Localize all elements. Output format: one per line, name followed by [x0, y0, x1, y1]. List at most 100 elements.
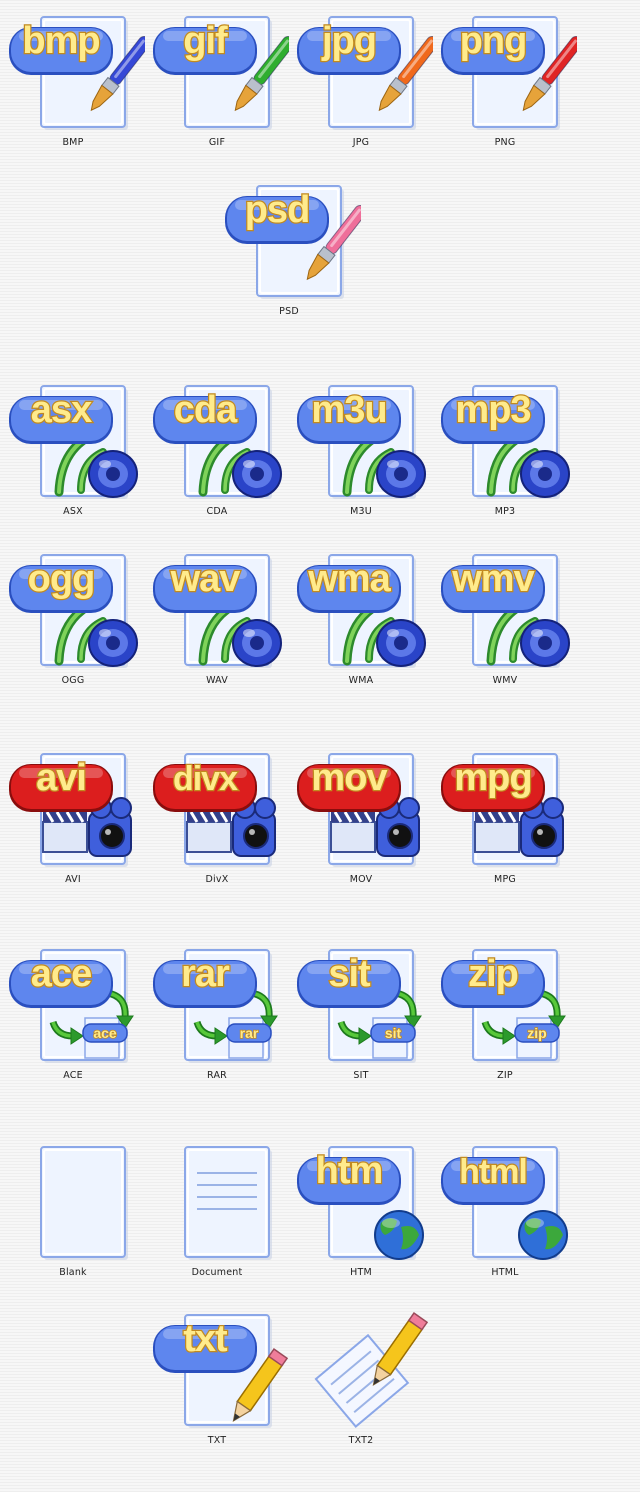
file-icon-htm[interactable]: htm HTM — [289, 1135, 433, 1285]
icon-caption: CDA — [206, 506, 228, 517]
icon-caption: PSD — [279, 306, 299, 317]
document-file-icon — [184, 1146, 272, 1260]
icon-caption: Blank — [59, 1267, 87, 1278]
icon-caption: GIF — [208, 137, 226, 148]
icon-caption: AVI — [65, 874, 81, 885]
mov-file-icon: mov — [297, 753, 420, 867]
file-icon-mov[interactable]: mov MOV — [289, 742, 433, 892]
icon-caption: TXT — [207, 1435, 227, 1446]
icon-caption: HTML — [491, 1267, 519, 1278]
extension-label: psd — [245, 189, 310, 231]
avi-file-icon: avi — [9, 753, 132, 867]
extension-label: png — [460, 20, 527, 62]
extension-label: html — [459, 1153, 527, 1191]
extension-label: divx — [173, 760, 238, 798]
icon-caption: JPG — [352, 137, 370, 148]
extension-label: m3u — [311, 389, 386, 431]
archive-mini-label: rar — [240, 1025, 259, 1041]
icon-caption: ASX — [63, 506, 83, 517]
extension-label: wma — [307, 558, 391, 600]
extension-label: mp3 — [455, 389, 530, 431]
file-icon-divx[interactable]: divx DivX — [145, 742, 289, 892]
icon-caption: MPG — [494, 874, 516, 885]
gif-file-icon: gif — [153, 16, 289, 130]
extension-label: jpg — [321, 20, 376, 62]
file-icon-psd[interactable]: psd PSD — [217, 174, 361, 324]
archive-mini-label: sit — [385, 1025, 402, 1041]
png-file-icon: png — [441, 16, 577, 130]
psd-file-icon: psd — [225, 185, 361, 299]
icon-caption: M3U — [350, 506, 372, 517]
ace-file-icon: ace ace — [9, 949, 134, 1063]
html-file-icon: html — [441, 1146, 568, 1260]
file-icon-wma[interactable]: wma WMA — [289, 543, 433, 693]
file-icon-document[interactable]: Document — [145, 1135, 289, 1285]
extension-label: sit — [328, 953, 371, 995]
wav-file-icon: wav — [153, 554, 282, 668]
sit-file-icon: sit sit — [297, 949, 422, 1063]
wma-file-icon: wma — [297, 554, 426, 668]
extension-label: gif — [183, 20, 228, 62]
icon-sheet: { "colors": { "badge_blue": "#5e86ee", "… — [0, 0, 640, 1492]
file-icon-png[interactable]: png PNG — [433, 5, 577, 155]
file-icon-txt2[interactable]: TXT2 — [289, 1303, 433, 1453]
wmv-file-icon: wmv — [441, 554, 570, 668]
extension-label: ace — [31, 953, 91, 995]
icon-caption: WAV — [206, 675, 228, 686]
icon-caption: SIT — [353, 1070, 369, 1081]
file-icon-avi[interactable]: avi AVI — [1, 742, 145, 892]
extension-label: zip — [468, 953, 518, 995]
icon-caption: OGG — [61, 675, 85, 686]
asx-file-icon: asx — [9, 385, 138, 499]
cda-file-icon: cda — [153, 385, 282, 499]
file-icon-wav[interactable]: wav WAV — [145, 543, 289, 693]
archive-mini-label: ace — [93, 1025, 117, 1041]
extension-label: htm — [316, 1150, 383, 1192]
icon-caption: Document — [191, 1267, 243, 1278]
icon-caption: MP3 — [494, 506, 516, 517]
archive-mini-label: zip — [527, 1025, 546, 1041]
divx-file-icon: divx — [153, 753, 276, 867]
icon-caption: WMV — [492, 675, 518, 686]
file-icon-gif[interactable]: gif GIF — [145, 5, 289, 155]
file-icon-mpg[interactable]: mpg MPG — [433, 742, 577, 892]
icon-caption: DivX — [205, 874, 229, 885]
m3u-file-icon: m3u — [297, 385, 426, 499]
extension-label: wav — [170, 558, 241, 600]
file-icon-mp3[interactable]: mp3 MP3 — [433, 374, 577, 524]
file-icon-asx[interactable]: asx ASX — [1, 374, 145, 524]
file-icon-rar[interactable]: rar rar RAR — [145, 938, 289, 1088]
icon-caption: ACE — [63, 1070, 83, 1081]
icon-caption: TXT2 — [348, 1435, 374, 1446]
extension-label: bmp — [22, 20, 99, 62]
htm-file-icon: htm — [297, 1146, 424, 1260]
mp3-file-icon: mp3 — [441, 385, 570, 499]
icon-caption: MOV — [349, 874, 373, 885]
file-icon-jpg[interactable]: jpg JPG — [289, 5, 433, 155]
file-icon-html[interactable]: html HTML — [433, 1135, 577, 1285]
txt2-file-icon — [314, 1312, 429, 1428]
extension-label: wmv — [451, 558, 534, 600]
extension-label: txt — [183, 1318, 228, 1360]
extension-label: cda — [174, 389, 238, 431]
extension-label: asx — [31, 389, 92, 431]
file-icon-blank[interactable]: Blank — [1, 1135, 145, 1285]
jpg-file-icon: jpg — [297, 16, 433, 130]
extension-label: avi — [36, 757, 86, 799]
file-icon-ogg[interactable]: ogg OGG — [1, 543, 145, 693]
file-icon-cda[interactable]: cda CDA — [145, 374, 289, 524]
file-icon-zip[interactable]: zip zip ZIP — [433, 938, 577, 1088]
icon-caption: BMP — [62, 137, 84, 148]
zip-file-icon: zip zip — [441, 949, 566, 1063]
extension-label: mov — [311, 757, 387, 799]
icon-caption: ZIP — [497, 1070, 513, 1081]
file-icon-txt[interactable]: txt TXT — [145, 1303, 289, 1453]
file-icon-ace[interactable]: ace ace ACE — [1, 938, 145, 1088]
file-icon-wmv[interactable]: wmv WMV — [433, 543, 577, 693]
extension-label: ogg — [28, 558, 95, 600]
extension-label: rar — [181, 953, 230, 995]
file-icon-m3u[interactable]: m3u M3U — [289, 374, 433, 524]
file-icon-sit[interactable]: sit sit SIT — [289, 938, 433, 1088]
rar-file-icon: rar rar — [153, 949, 278, 1063]
file-icon-bmp[interactable]: bmp BMP — [1, 5, 145, 155]
